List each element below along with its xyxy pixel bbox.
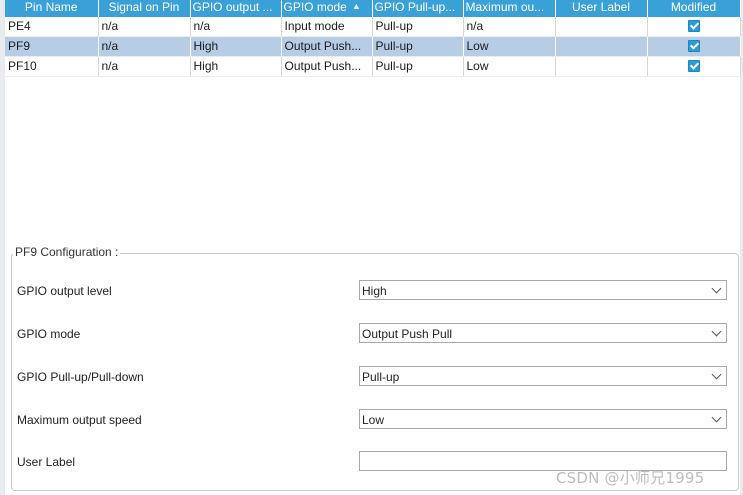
cell-pin-name: PE4 <box>5 17 99 37</box>
column-header-signal-on-pin[interactable]: Signal on Pin <box>98 0 191 17</box>
pin-config-table: Pin Name Signal on Pin GPIO output ... G… <box>5 0 741 77</box>
table-row[interactable]: PF10 n/a High Output Push... Pull-up Low <box>5 56 741 77</box>
column-header-gpio-mode[interactable]: GPIO mode ▲ <box>281 0 373 17</box>
cell-modified <box>647 36 741 57</box>
max-output-speed-value: Low <box>362 413 385 427</box>
chevron-down-icon <box>711 412 722 423</box>
cell-gpio-pull: Pull-up <box>372 17 464 37</box>
gpio-output-level-label: GPIO output level <box>17 284 112 298</box>
table-row[interactable]: PE4 n/a n/a Input mode Pull-up n/a <box>5 17 741 37</box>
gpio-pull-select[interactable]: Pull-up <box>359 366 727 386</box>
max-output-speed-select[interactable]: Low <box>359 409 727 429</box>
cell-user-label <box>555 36 648 57</box>
column-header-modified[interactable]: Modified <box>647 0 741 17</box>
cell-gpio-pull: Pull-up <box>372 36 464 57</box>
table-header-row: Pin Name Signal on Pin GPIO output ... G… <box>5 0 741 17</box>
cell-gpio-mode: Output Push... <box>281 36 373 57</box>
column-header-gpio-pull[interactable]: GPIO Pull-up... <box>372 0 464 17</box>
gpio-mode-value: Output Push Pull <box>362 327 453 341</box>
column-header-max-output-speed[interactable]: Maximum ou... <box>463 0 556 17</box>
column-header-gpio-output[interactable]: GPIO output ... <box>190 0 282 17</box>
cell-max-speed: Low <box>463 56 556 77</box>
cell-gpio-output: n/a <box>190 17 282 37</box>
gpio-output-level-value: High <box>362 284 387 298</box>
cell-gpio-mode: Input mode <box>281 17 373 37</box>
gpio-mode-label: GPIO mode <box>17 327 81 341</box>
cell-max-speed: n/a <box>463 17 556 37</box>
group-title: PF9 Configuration : <box>13 245 121 259</box>
cell-modified <box>647 17 741 37</box>
chevron-down-icon <box>711 369 722 380</box>
chevron-down-icon <box>711 326 722 337</box>
modified-checkbox[interactable] <box>688 19 700 32</box>
cell-signal: n/a <box>98 17 191 37</box>
modified-checkbox[interactable] <box>688 59 700 72</box>
cell-gpio-mode: Output Push... <box>281 56 373 77</box>
cell-signal: n/a <box>98 56 191 77</box>
cell-max-speed: Low <box>463 36 556 57</box>
column-header-pin-name[interactable]: Pin Name <box>5 0 99 17</box>
chevron-down-icon <box>711 283 722 294</box>
sort-ascending-icon: ▲ <box>351 1 361 11</box>
table-row-selected[interactable]: PF9 n/a High Output Push... Pull-up Low <box>5 36 741 57</box>
cell-gpio-output: High <box>190 56 282 77</box>
gpio-mode-select[interactable]: Output Push Pull <box>359 323 727 343</box>
cell-user-label <box>555 56 648 77</box>
cell-gpio-pull: Pull-up <box>372 56 464 77</box>
cell-pin-name: PF9 <box>5 36 99 57</box>
cell-user-label <box>555 17 648 37</box>
gpio-output-level-select[interactable]: High <box>359 280 727 300</box>
column-header-user-label[interactable]: User Label <box>555 0 648 17</box>
cell-modified <box>647 56 741 77</box>
cell-pin-name: PF10 <box>5 56 99 77</box>
cell-gpio-output: High <box>190 36 282 57</box>
gpio-pull-label: GPIO Pull-up/Pull-down <box>17 370 144 384</box>
max-output-speed-label: Maximum output speed <box>17 413 142 427</box>
user-label-label: User Label <box>17 455 76 469</box>
cell-signal: n/a <box>98 36 191 57</box>
modified-checkbox[interactable] <box>688 39 700 52</box>
watermark: CSDN @小师兄1995 <box>556 469 705 487</box>
column-header-gpio-mode-label: GPIO mode <box>283 0 347 14</box>
gpio-pull-value: Pull-up <box>362 370 400 384</box>
